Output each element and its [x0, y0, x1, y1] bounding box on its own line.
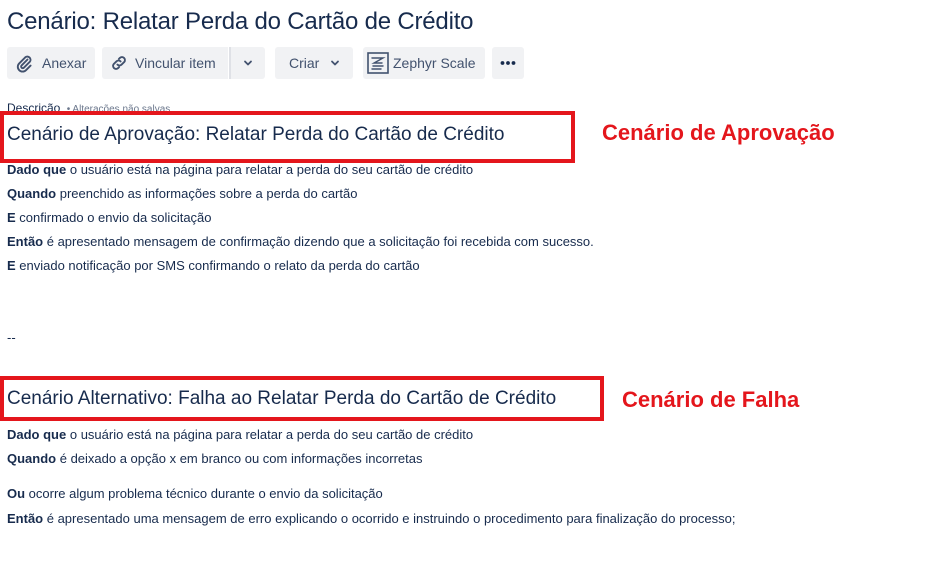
step-text: é deixado a opção x em branco ou com inf…	[56, 451, 423, 466]
failure-line[interactable]: Ou ocorre algum problema técnico durante…	[7, 486, 383, 501]
step-text: ocorre algum problema técnico durante o …	[25, 486, 383, 501]
gherkin-keyword: Dado que	[7, 427, 67, 442]
failure-line[interactable]: Então é apresentado uma mensagem de erro…	[7, 511, 735, 526]
paperclip-icon	[16, 55, 32, 73]
approval-line[interactable]: E confirmado o envio da solicitação	[7, 210, 212, 225]
approval-line[interactable]: Quando preenchido as informações sobre a…	[7, 186, 357, 201]
more-actions-button[interactable]	[492, 47, 524, 79]
step-text: confirmado o envio da solicitação	[15, 210, 212, 225]
chevron-down-icon	[331, 60, 340, 66]
gherkin-keyword: Então	[7, 511, 44, 526]
gherkin-keyword: Dado que	[7, 162, 67, 177]
step-text: enviado notificação por SMS confirmando …	[15, 258, 420, 273]
failure-scenario-heading[interactable]: Cenário Alternativo: Falha ao Relatar Pe…	[7, 388, 556, 410]
approval-line[interactable]: Então é apresentado mensagem de confirma…	[7, 234, 594, 249]
attach-button[interactable]: Anexar	[7, 47, 95, 79]
gherkin-keyword: E	[7, 258, 16, 273]
issue-toolbar: Anexar Vincular item Criar Zephyr Scale	[7, 47, 524, 79]
link-item-button[interactable]: Vincular item	[102, 47, 228, 79]
failure-line[interactable]: Quando é deixado a opção x em branco ou …	[7, 451, 422, 466]
approval-line[interactable]: E enviado notificação por SMS confirmand…	[7, 258, 420, 273]
step-text: o usuário está na página para relatar a …	[66, 427, 474, 442]
step-text: é apresentado uma mensagem de erro expli…	[43, 511, 736, 526]
gherkin-keyword: Então	[7, 234, 44, 249]
gherkin-keyword: Quando	[7, 186, 57, 201]
create-button[interactable]: Criar	[275, 47, 353, 79]
failure-annotation: Cenário de Falha	[622, 387, 800, 412]
attach-label: Anexar	[42, 55, 87, 71]
gherkin-keyword: Quando	[7, 451, 57, 466]
zephyr-scale-label: Zephyr Scale	[393, 55, 476, 71]
gherkin-keyword: E	[7, 210, 16, 225]
step-text: o usuário está na página para relatar a …	[66, 162, 474, 177]
zephyr-icon	[367, 52, 389, 74]
step-text: é apresentado mensagem de confirmação di…	[43, 234, 594, 249]
zephyr-scale-button[interactable]: Zephyr Scale	[363, 47, 485, 79]
failure-line[interactable]: Dado que o usuário está na página para r…	[7, 427, 473, 442]
link-item-split-button: Vincular item	[102, 47, 265, 79]
create-label: Criar	[289, 55, 320, 71]
step-text: preenchido as informações sobre a perda …	[56, 186, 358, 201]
chevron-down-icon	[244, 60, 252, 66]
link-item-label: Vincular item	[135, 55, 216, 71]
approval-line[interactable]: Dado que o usuário está na página para r…	[7, 162, 473, 177]
approval-annotation: Cenário de Aprovação	[602, 120, 835, 145]
link-item-dropdown-button[interactable]	[229, 47, 265, 79]
page-title: Cenário: Relatar Perda do Cartão de Créd…	[7, 8, 474, 35]
gherkin-keyword: Ou	[7, 486, 26, 501]
link-icon	[112, 56, 126, 70]
more-icon	[500, 61, 516, 65]
section-separator: --	[7, 330, 16, 345]
approval-scenario-heading[interactable]: Cenário de Aprovação: Relatar Perda do C…	[7, 124, 504, 146]
